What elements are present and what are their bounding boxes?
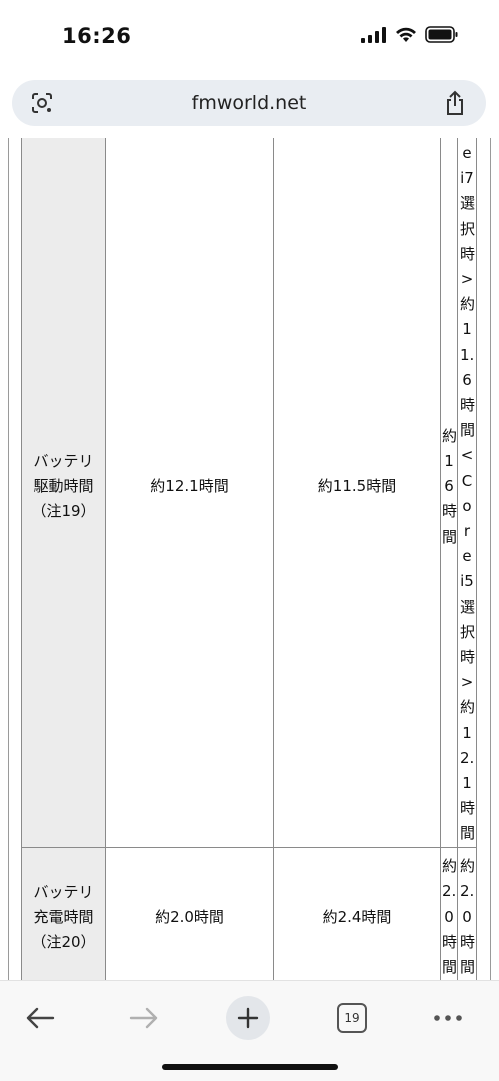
table-cell: 約2.4時間 — [273, 846, 441, 980]
page-content: バッテリ 駆動時間 （注19） 約12.1時間 約11.5時間 約16時間 e … — [0, 138, 499, 980]
row-header-battery-charge: バッテリ 充電時間 （注20） — [21, 846, 106, 980]
table-row-battery-charge: バッテリ 充電時間 （注20） 約2.0時間 約2.4時間 約2.0時間 約2.… — [21, 846, 477, 980]
page-border-right — [490, 138, 491, 980]
table-cell-narrow: 約2.0時間 — [457, 846, 477, 980]
spec-table: バッテリ 駆動時間 （注19） 約12.1時間 約11.5時間 約16時間 e … — [21, 138, 477, 980]
table-cell-narrow: e i7選択時>約11.6時間<Core i5選択時>約12.1時間 — [457, 138, 477, 848]
wifi-icon — [396, 27, 416, 42]
url-text[interactable]: fmworld.net — [12, 92, 486, 114]
home-indicator — [162, 1064, 338, 1070]
header-line: 充電時間 — [33, 907, 94, 926]
more-menu-button[interactable] — [423, 993, 473, 1043]
status-bar: 16:26 — [0, 0, 499, 76]
share-icon[interactable] — [444, 90, 466, 116]
arrow-right-icon — [129, 1007, 158, 1029]
row-header-battery-runtime: バッテリ 駆動時間 （注19） — [21, 138, 106, 848]
tab-switcher-button[interactable]: 19 — [327, 993, 377, 1043]
table-row-battery-runtime: バッテリ 駆動時間 （注19） 約12.1時間 約11.5時間 約16時間 e … — [21, 138, 477, 848]
header-line: 駆動時間 — [33, 477, 94, 496]
page-border-left — [8, 138, 9, 980]
forward-button[interactable] — [119, 993, 169, 1043]
table-cell: 約2.0時間 — [105, 846, 274, 980]
cellular-signal-icon — [361, 26, 386, 43]
back-button[interactable] — [15, 993, 65, 1043]
more-dots-icon — [434, 1015, 462, 1021]
tab-count: 19 — [337, 1003, 367, 1033]
table-cell: 約12.1時間 — [105, 138, 274, 848]
header-line: （注20） — [31, 932, 96, 951]
table-cell-narrow: 約2.0時間 — [440, 846, 458, 980]
table-cell: 約11.5時間 — [273, 138, 441, 848]
header-line: （注19） — [31, 502, 96, 521]
header-line: バッテリ — [33, 882, 94, 901]
new-tab-button[interactable] — [223, 993, 273, 1043]
new-tab-circle — [226, 996, 270, 1040]
plus-icon — [237, 1007, 259, 1029]
battery-icon — [425, 26, 458, 43]
arrow-left-icon — [26, 1007, 55, 1029]
header-line: バッテリ — [33, 452, 94, 471]
status-icons — [361, 26, 459, 43]
status-time: 16:26 — [62, 24, 132, 48]
table-cell-narrow: 約16時間 — [440, 138, 458, 848]
address-bar[interactable]: fmworld.net — [12, 80, 486, 126]
